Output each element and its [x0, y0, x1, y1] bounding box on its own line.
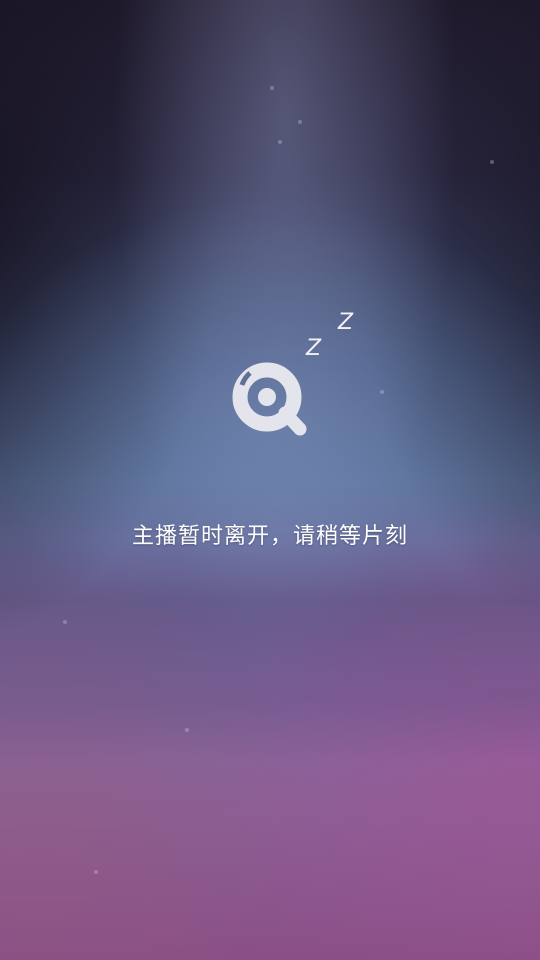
sleep-z-large: Z [337, 310, 354, 335]
anchor-away-screen: Z Z 主播暂时离开，请稍等片刻 [0, 0, 540, 960]
background-band [0, 0, 540, 960]
sleep-z-small: Z [305, 336, 322, 361]
background-speck [380, 390, 384, 394]
background-speck [185, 728, 189, 732]
background-speck [490, 160, 494, 164]
background-speck [63, 620, 67, 624]
background-speck [278, 140, 282, 144]
background-speck [270, 86, 274, 90]
background-speck [94, 870, 98, 874]
sleeping-q-logo-icon: Z Z [232, 310, 354, 436]
anchor-away-message: 主播暂时离开，请稍等片刻 [131, 524, 408, 549]
background-speck [298, 120, 302, 124]
